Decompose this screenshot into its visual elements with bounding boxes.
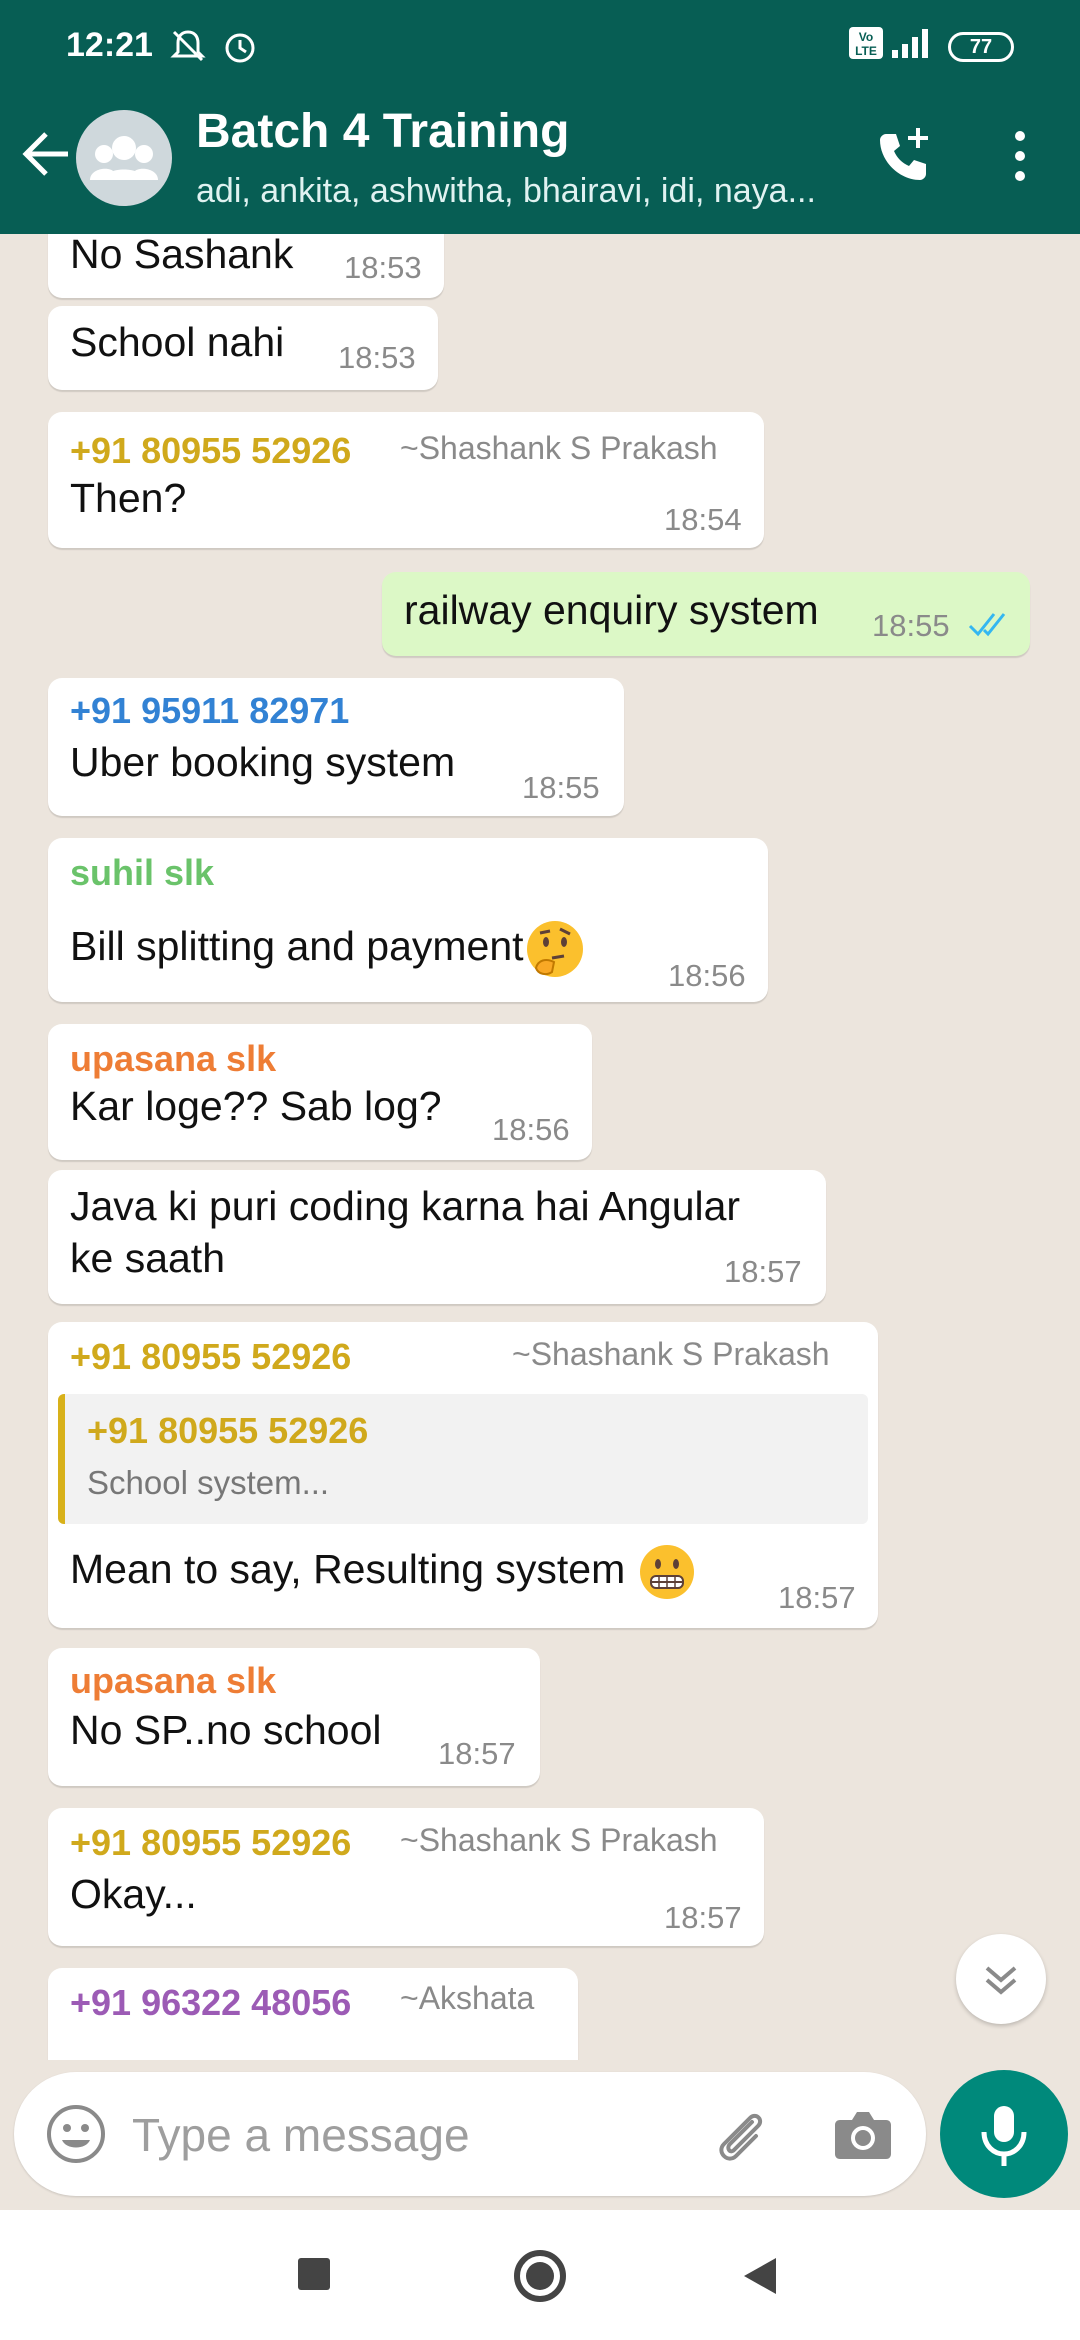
sender-name[interactable]: +91 95911 82971: [70, 690, 349, 732]
status-bar: 12:21 Vo LTE 77: [0, 0, 1080, 80]
scroll-to-bottom-button[interactable]: [956, 1934, 1046, 2024]
mute-icon: [170, 30, 206, 62]
add-call-icon[interactable]: [872, 124, 936, 188]
emoji-icon[interactable]: [44, 2102, 108, 2166]
sender-name[interactable]: +91 80955 52926: [70, 1822, 351, 1864]
sender-name[interactable]: +91 96322 48056: [70, 1982, 351, 2024]
thinking-face-icon: [526, 921, 583, 977]
voice-record-button[interactable]: [940, 2070, 1068, 2198]
message-bubble-outgoing[interactable]: railway enquiry system 18:55: [382, 572, 1030, 656]
message-bubble[interactable]: Java ki puri coding karna hai Angular ke…: [48, 1170, 826, 1304]
message-text-content: Bill splitting and payment: [70, 922, 524, 969]
message-bubble[interactable]: +91 95911 82971 Uber booking system 18:5…: [48, 678, 624, 816]
message-text: Uber booking system: [70, 739, 456, 785]
volte-icon: Vo LTE: [849, 27, 883, 59]
group-avatar-icon: [90, 136, 158, 180]
more-vert-icon[interactable]: [1000, 126, 1040, 186]
message-text-line2: ke saath: [70, 1235, 225, 1281]
back-icon[interactable]: [740, 2254, 780, 2298]
message-time: 18:53: [344, 250, 422, 285]
message-bubble[interactable]: No Sashank 18:53: [48, 234, 444, 298]
back-arrow-icon[interactable]: [18, 124, 78, 184]
message-bubble[interactable]: School nahi 18:53: [48, 306, 438, 390]
battery-level: 77: [969, 36, 993, 58]
message-time: 18:57: [724, 1254, 802, 1289]
svg-text:Vo: Vo: [859, 30, 873, 44]
system-nav-bar: [0, 2210, 1080, 2340]
attach-icon[interactable]: [708, 2104, 770, 2166]
quoted-sender: +91 80955 52926: [87, 1410, 369, 1451]
message-text: No Sashank: [70, 234, 294, 277]
message-bubble[interactable]: +91 96322 48056 ~Akshata: [48, 1968, 578, 2060]
status-time: 12:21: [66, 26, 153, 64]
recents-icon[interactable]: [298, 2258, 330, 2290]
sender-alias: ~Shashank S Prakash: [400, 1822, 718, 1858]
message-text: railway enquiry system: [404, 587, 819, 633]
sender-alias: ~Shashank S Prakash: [400, 430, 718, 466]
message-time: 18:55: [872, 608, 950, 643]
signal-icon: [892, 29, 928, 58]
message-text-content: Mean to say, Resulting system: [70, 1545, 626, 1592]
message-bubble[interactable]: +91 80955 52926 ~Shashank S Prakash Okay…: [48, 1808, 764, 1946]
chat-title[interactable]: Batch 4 Training: [196, 104, 569, 159]
sender-name[interactable]: upasana slk: [70, 1660, 276, 1702]
message-bubble[interactable]: suhil slk Bill splitting and payment 18:…: [48, 838, 768, 1002]
chat-header: Batch 4 Training adi, ankita, ashwitha, …: [0, 80, 1080, 234]
message-text: Then?: [70, 475, 187, 521]
message-time: 18:55: [522, 770, 600, 805]
sender-name[interactable]: +91 80955 52926: [70, 1336, 351, 1378]
message-composer[interactable]: Type a message: [14, 2072, 926, 2196]
message-text: School nahi: [70, 319, 285, 365]
message-bubble[interactable]: upasana slk Kar loge?? Sab log? 18:56: [48, 1024, 592, 1160]
message-time: 18:56: [492, 1112, 570, 1147]
quoted-message[interactable]: +91 80955 52926 School system...: [58, 1394, 868, 1524]
svg-text:LTE: LTE: [855, 44, 877, 58]
sender-name[interactable]: upasana slk: [70, 1038, 276, 1080]
message-time: 18:57: [778, 1580, 856, 1615]
message-list[interactable]: No Sashank 18:53 School nahi 18:53 +91 8…: [0, 234, 1080, 2060]
message-time: 18:56: [668, 958, 746, 993]
message-text: Mean to say, Resulting system: [70, 1542, 697, 1602]
message-text: Kar loge?? Sab log?: [70, 1083, 442, 1129]
message-bubble[interactable]: +91 80955 52926 ~Shashank S Prakash Then…: [48, 412, 764, 548]
message-time: 18:57: [438, 1736, 516, 1771]
message-text: Okay...: [70, 1871, 197, 1917]
chat-subtitle[interactable]: adi, ankita, ashwitha, bhairavi, idi, na…: [196, 172, 816, 211]
message-time: 18:54: [664, 502, 742, 537]
sender-name[interactable]: +91 80955 52926: [70, 430, 351, 472]
message-time: 18:57: [664, 1900, 742, 1935]
sender-name[interactable]: suhil slk: [70, 852, 214, 894]
home-icon[interactable]: [514, 2250, 566, 2302]
sender-alias: ~Akshata: [400, 1980, 535, 2016]
message-text: Bill splitting and payment: [70, 918, 586, 980]
read-ticks-icon: [968, 613, 1006, 637]
message-bubble[interactable]: upasana slk No SP..no school 18:57: [48, 1648, 540, 1786]
double-chevron-down-icon: [985, 1966, 1017, 1995]
message-time: 18:53: [338, 340, 416, 375]
quoted-text: School system...: [87, 1464, 330, 1501]
sender-alias: ~Shashank S Prakash: [512, 1336, 830, 1372]
mic-icon: [981, 2106, 1027, 2166]
grimacing-face-icon: [639, 1545, 694, 1599]
battery-icon: 77: [948, 32, 1014, 62]
message-text: No SP..no school: [70, 1707, 382, 1753]
camera-icon[interactable]: [832, 2106, 894, 2164]
group-avatar[interactable]: [76, 110, 172, 206]
alarm-icon: [225, 33, 255, 63]
message-text: Java ki puri coding karna hai Angular: [70, 1183, 741, 1229]
message-bubble[interactable]: +91 80955 52926 ~Shashank S Prakash +91 …: [48, 1322, 878, 1628]
message-input[interactable]: Type a message: [132, 2108, 470, 2162]
